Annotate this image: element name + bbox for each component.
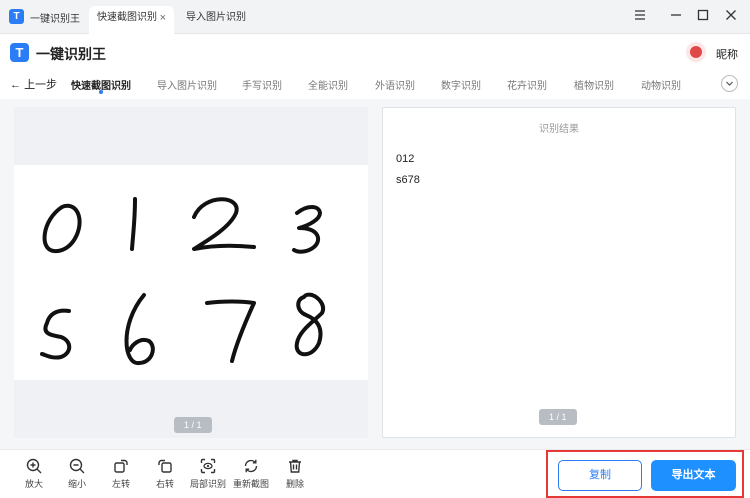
content-area: 1 / 1 识别结果 012 s678 1 / 1 xyxy=(0,99,750,449)
tab-handwriting[interactable]: 手写识别 xyxy=(242,77,282,92)
minimize-icon[interactable] xyxy=(667,7,685,25)
window-tab-label: 快速截图识别 xyxy=(97,12,157,23)
zoom-out-icon xyxy=(69,458,85,474)
bottom-toolbar: 放大 缩小 左转 右转 局部识别 重新截图 删除 复制 导出文本 xyxy=(0,449,750,498)
window-close-icon[interactable] xyxy=(722,7,740,25)
tool-label: 缩小 xyxy=(67,479,86,489)
window-title: 一键识别王 xyxy=(30,14,80,25)
window-tab-import-image[interactable]: 导入图片识别 xyxy=(178,6,268,34)
tool-label: 重新截图 xyxy=(232,479,269,489)
rotate-left-icon xyxy=(114,459,128,473)
image-padding-top xyxy=(14,107,368,165)
result-text-line[interactable]: 012 xyxy=(396,153,414,165)
result-title: 识别结果 xyxy=(539,124,579,135)
tab-plants[interactable]: 植物识别 xyxy=(574,77,614,92)
partial-recognize-button[interactable]: 局部识别 xyxy=(190,458,226,490)
tool-label: 放大 xyxy=(24,479,43,489)
zoom-out-button[interactable]: 缩小 xyxy=(59,458,95,490)
handwritten-digits-image xyxy=(40,197,325,365)
title-bar: T 一键识别王 快速截图识别 × 导入图片识别 xyxy=(0,0,750,34)
avatar-image xyxy=(690,46,702,58)
window-tab-label: 导入图片识别 xyxy=(186,12,246,23)
app-name: 一键识别王 xyxy=(36,46,106,62)
active-tab-indicator xyxy=(99,90,103,94)
maximize-icon[interactable] xyxy=(694,7,712,25)
chevron-down-icon[interactable] xyxy=(721,75,738,92)
trash-icon xyxy=(289,459,301,473)
partial-recognize-icon xyxy=(200,458,216,474)
app-icon: T xyxy=(9,9,24,24)
copy-button[interactable]: 复制 xyxy=(558,460,642,491)
rotate-right-icon xyxy=(158,459,172,473)
export-text-button[interactable]: 导出文本 xyxy=(651,460,736,491)
delete-button[interactable]: 删除 xyxy=(277,458,313,490)
close-icon[interactable]: × xyxy=(160,6,166,30)
feature-nav: ← 上一步 快速截图识别 导入图片识别 手写识别 全能识别 外语识别 数字识别 … xyxy=(0,69,750,99)
refresh-icon xyxy=(244,459,258,473)
rotate-left-button[interactable]: 左转 xyxy=(103,458,139,490)
back-label: 上一步 xyxy=(24,79,58,91)
result-page-indicator: 1 / 1 xyxy=(539,409,577,425)
image-page-indicator: 1 / 1 xyxy=(174,417,212,433)
tab-flowers[interactable]: 花卉识别 xyxy=(507,77,547,92)
logo-icon: T xyxy=(10,43,29,62)
back-button[interactable]: ← 上一步 xyxy=(10,76,57,92)
image-preview-panel: 1 / 1 xyxy=(14,107,368,438)
recognition-result-panel: 识别结果 012 s678 1 / 1 xyxy=(382,107,736,438)
tab-import-image[interactable]: 导入图片识别 xyxy=(157,77,217,92)
menu-icon[interactable] xyxy=(631,7,649,25)
app-header: T 一键识别王 昵称 xyxy=(0,34,750,69)
recapture-button[interactable]: 重新截图 xyxy=(231,458,271,490)
tool-label: 右转 xyxy=(155,479,174,489)
tab-all-purpose[interactable]: 全能识别 xyxy=(308,77,348,92)
tool-label: 局部识别 xyxy=(190,479,227,489)
tab-foreign-language[interactable]: 外语识别 xyxy=(375,77,415,92)
user-nickname[interactable]: 昵称 xyxy=(716,46,738,62)
result-text-line[interactable]: s678 xyxy=(396,174,420,186)
tab-digits[interactable]: 数字识别 xyxy=(441,77,481,92)
tool-label: 删除 xyxy=(285,479,304,489)
zoom-in-icon xyxy=(26,458,42,474)
window-tab-quick-screenshot[interactable]: 快速截图识别 × xyxy=(89,6,174,34)
tool-label: 左转 xyxy=(111,479,130,489)
arrow-left-icon: ← xyxy=(10,79,21,91)
tab-animals[interactable]: 动物识别 xyxy=(641,77,681,92)
avatar[interactable] xyxy=(686,42,706,62)
zoom-in-button[interactable]: 放大 xyxy=(16,458,52,490)
rotate-right-button[interactable]: 右转 xyxy=(147,458,183,490)
